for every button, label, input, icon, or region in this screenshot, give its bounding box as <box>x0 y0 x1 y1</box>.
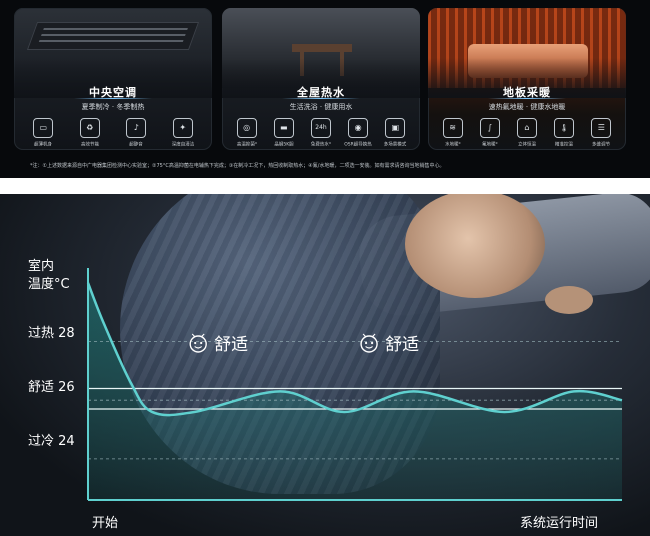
y-axis-label: 室内温度°C <box>28 258 70 294</box>
card-subtitle: 速热氟地暖 · 健康水地暖 <box>488 103 566 111</box>
thermometer-icon: 🌡 <box>554 118 575 138</box>
title-divider <box>282 98 360 99</box>
coil-icon: ◉ <box>348 118 369 138</box>
smile-icon <box>189 333 207 353</box>
feature-icons: ≋ 水地暖* ∫ 氟地暖* ⌂ 立体恒温 🌡 精准控温 ☰ 多维调节 <box>434 118 620 148</box>
comfort-annotation-label: 舒适 <box>385 335 419 355</box>
feature-item: 🌡 精准控温 <box>548 118 580 148</box>
water-floor-icon: ≋ <box>442 118 463 138</box>
smile-icon <box>360 333 378 353</box>
feature-icons: ▭ 超薄机身 ♻ 高效节能 ♪ 超静音 ✦ 深度自清洁 <box>20 118 206 148</box>
x-axis-start-label: 开始 <box>92 516 119 531</box>
clean-sparkle-icon: ✦ <box>172 118 193 138</box>
feature-item: ▭ 超薄机身 <box>27 118 59 148</box>
tank-icon: ▬ <box>273 118 294 138</box>
temperature-area-fill <box>88 282 622 500</box>
y-ref-label-overcool: 过冷 24 <box>28 434 75 449</box>
feature-item: ⌂ 立体恒温 <box>511 118 543 148</box>
temperature-curve <box>86 282 623 417</box>
feature-icons: ◎ 高温抑菌* ▬ 晶钢5K胆 24h 免费热水* ◉ OSR超导换热 ▣ 多场景模式 <box>228 118 414 148</box>
feature-item: ☰ 多维调节 <box>585 118 617 148</box>
title-divider <box>488 98 566 99</box>
feature-item: ◉ OSR超导换热 <box>342 118 374 148</box>
feature-item: ✦ 深度自清洁 <box>167 118 199 148</box>
temperature-chart: 舒适 舒适 <box>86 268 623 501</box>
footnote: *注：①上述数据来源自中广电器集团检测中心实验室；②75°C高温抑菌在电辅热下完… <box>30 163 445 169</box>
feature-item: 24h 免费热水* <box>305 118 337 148</box>
ac-unit-icon: ▭ <box>33 118 54 138</box>
title-divider <box>74 98 152 99</box>
y-ref-label-overheat: 过热 28 <box>28 326 75 341</box>
card-floor-heating: 地板采暖 速热氟地暖 · 健康水地暖 ≋ 水地暖* ∫ 氟地暖* ⌂ 立体恒温 🌡 精准… <box>428 8 626 150</box>
separator <box>0 178 650 194</box>
card-central-ac: 中央空调 夏季制冷 · 冬季制热 ▭ 超薄机身 ♻ 高效节能 ♪ 超静音 ✦ 深度自清洁 <box>14 8 212 150</box>
antibacterial-icon: ◎ <box>236 118 257 138</box>
card-subtitle: 生活洗浴 · 健康用水 <box>289 103 353 111</box>
feature-item: ▬ 晶钢5K胆 <box>268 118 300 148</box>
y-axis-label-line: 温度°C <box>28 277 70 292</box>
24h-icon: 24h <box>310 118 331 138</box>
feature-item: ≋ 水地暖* <box>437 118 469 148</box>
ac-unit-illustration <box>26 22 200 50</box>
card-subtitle: 夏季制冷 · 冬季制热 <box>81 103 145 111</box>
x-axis-label: 系统运行时间 <box>520 516 599 531</box>
house-heat-icon: ⌂ <box>516 118 537 138</box>
y-axis-label-line: 室内 <box>28 259 55 274</box>
feature-item: ◎ 高温抑菌* <box>231 118 263 148</box>
comfort-annotation: 舒适 <box>189 333 248 355</box>
quiet-dba-icon: ♪ <box>126 118 147 138</box>
comfort-annotation-label: 舒适 <box>214 335 248 355</box>
modes-icon: ▣ <box>385 118 406 138</box>
product-banner: 中央空调 夏季制冷 · 冬季制热 ▭ 超薄机身 ♻ 高效节能 ♪ 超静音 ✦ 深度自清洁… <box>0 0 650 178</box>
comfort-annotation: 舒适 <box>360 333 419 355</box>
fluorine-floor-icon: ∫ <box>479 118 500 138</box>
card-hot-water: 全屋热水 生活洗浴 · 健康用水 ◎ 高温抑菌* ▬ 晶钢5K胆 24h 免费热水* … <box>222 8 420 150</box>
baby-sleep-scene: 舒适 舒适 室内温度°C 过热 28 舒适 26 过冷 24 开始 系统运行时间 <box>0 194 650 536</box>
sliders-icon: ☰ <box>591 118 612 138</box>
y-ref-label-comfort: 舒适 26 <box>28 380 75 395</box>
feature-item: ♪ 超静音 <box>120 118 152 148</box>
feature-item: ▣ 多场景模式 <box>379 118 411 148</box>
leaf-eco-icon: ♻ <box>79 118 100 138</box>
feature-item: ♻ 高效节能 <box>74 118 106 148</box>
feature-item: ∫ 氟地暖* <box>474 118 506 148</box>
